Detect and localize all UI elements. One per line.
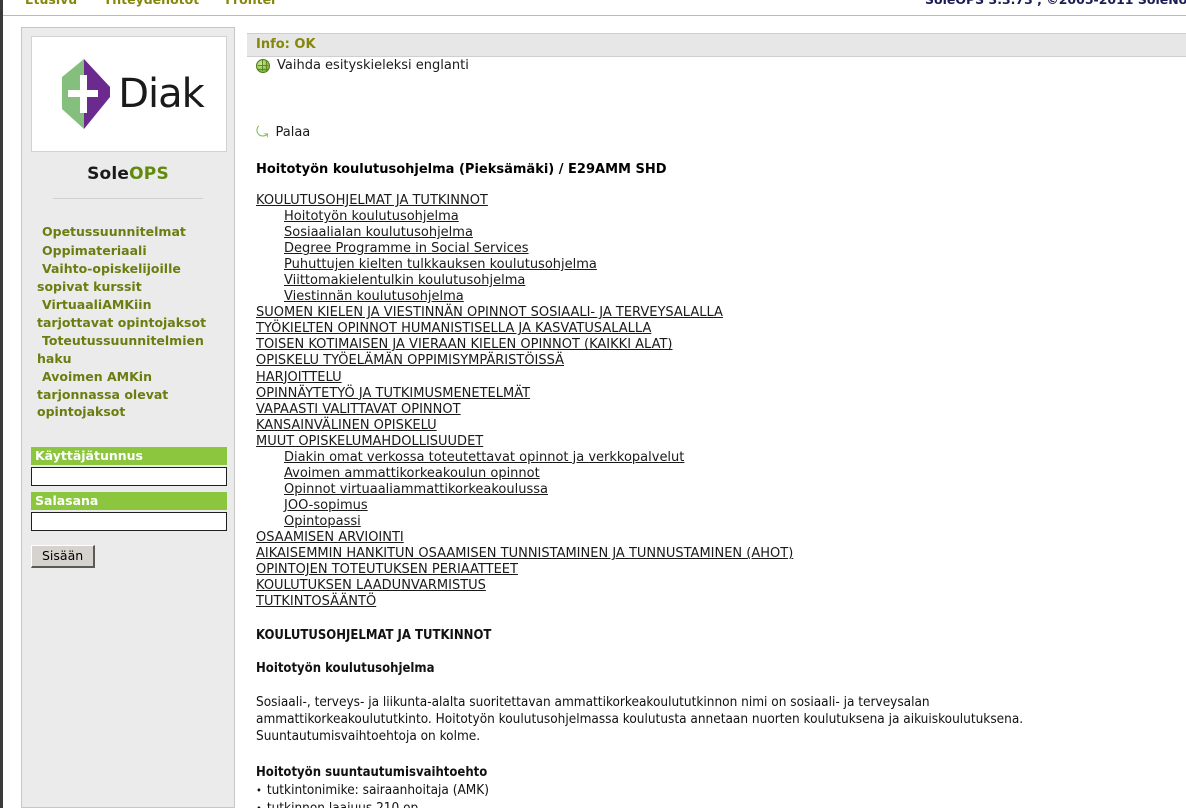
link-muut-opiskelumahdollisuudet[interactable]: MUUT OPISKELUMAHDOLLISUUDET bbox=[256, 434, 1186, 450]
link-opinnaytetyo-ja-tutkimusmenetelmat[interactable]: OPINNÄYTETYÖ JA TUTKIMUSMENETELMÄT bbox=[256, 386, 1186, 402]
login-form: Käyttäjätunnus Salasana Sisään bbox=[31, 446, 227, 568]
brand-sole: Sole bbox=[87, 164, 130, 184]
link-degree-programme-social-services[interactable]: Degree Programme in Social Services bbox=[256, 241, 1186, 257]
curriculum-link-list: KOULUTUSOHJELMAT JA TUTKINNOT Hoitotyön … bbox=[256, 193, 1186, 610]
link-opintojen-toteutuksen-periaatteet[interactable]: OPINTOJEN TOTEUTUKSEN PERIAATTEET bbox=[256, 562, 1186, 578]
back-link-row[interactable]: ⤾ Palaa bbox=[256, 123, 1186, 141]
topnav-item-etusivu[interactable]: Etusivu bbox=[25, 0, 77, 7]
diak-diamond-icon bbox=[62, 59, 111, 129]
login-submit-button[interactable]: Sisään bbox=[31, 544, 96, 568]
link-viittomakielentulkin-koulutusohjelma[interactable]: Viittomakielentulkin koulutusohjelma bbox=[256, 273, 1186, 289]
link-opiskelu-tyoelaman-oppimisymparistoissa[interactable]: OPISKELU TYÖELÄMÄN OPPIMISYMPÄRISTÖISSÄ bbox=[256, 353, 1186, 369]
link-tyokielten-opinnot[interactable]: TYÖKIELTEN OPINNOT HUMANISTISELLA JA KAS… bbox=[256, 321, 1186, 337]
link-suomen-kielen-ja-viestinnan-opinnot[interactable]: SUOMEN KIELEN JA VIESTINNÄN OPINNOT SOSI… bbox=[256, 305, 1186, 321]
link-toisen-kotimaisen-kielen-opinnot[interactable]: TOISEN KOTIMAISEN JA VIERAAN KIELEN OPIN… bbox=[256, 337, 1186, 353]
info-status-bar: Info: OK bbox=[247, 33, 1186, 57]
return-arrow-icon: ⤾ bbox=[256, 123, 269, 141]
language-switch-row[interactable]: Vaihda esityskieleksi englanti bbox=[256, 58, 1186, 73]
link-sosiaalialan-koulutusohjelma[interactable]: Sosiaalialan koulutusohjelma bbox=[256, 225, 1186, 241]
page-title: Hoitotyön koulutusohjelma (Pieksämäki) /… bbox=[256, 162, 667, 177]
sidebar-item-oppimateriaali[interactable]: Oppimateriaali bbox=[37, 242, 225, 260]
link-hoitotyon-koulutusohjelma[interactable]: Hoitotyön koulutusohjelma bbox=[256, 209, 1186, 225]
link-kansainvalinen-opiskelu[interactable]: KANSAINVÄLINEN OPISKELU bbox=[256, 418, 1186, 434]
list-item: tutkintonimike: sairaanhoitaja (AMK) bbox=[256, 782, 1186, 800]
main-content: Vaihda esityskieleksi englanti ⤾ Palaa H… bbox=[256, 58, 1186, 808]
link-viestinnan-koulutusohjelma[interactable]: Viestinnän koulutusohjelma bbox=[256, 289, 1186, 305]
username-label: Käyttäjätunnus bbox=[31, 446, 227, 465]
sidebar-item-opetussuunnitelmat[interactable]: Opetussuunnitelmat bbox=[37, 223, 225, 241]
back-link[interactable]: Palaa bbox=[276, 125, 311, 140]
sidebar-item-virtuaaliamk[interactable]: VirtuaaliAMKiin tarjottavat opintojaksot bbox=[37, 296, 225, 331]
link-opintopassi[interactable]: Opintopassi bbox=[256, 514, 1186, 530]
list-item: tutkinnon laajuus 210 op bbox=[256, 800, 1186, 808]
sidebar-item-avoimen-amk[interactable]: Avoimen AMKin tarjonnassa olevat opintoj… bbox=[37, 368, 225, 421]
soleops-brand: SoleOPS bbox=[31, 164, 225, 184]
link-osaamisen-arviointi[interactable]: OSAAMISEN ARVIOINTI bbox=[256, 530, 1186, 546]
sidebar-navigation: Opetussuunnitelmat Oppimateriaali Vaihto… bbox=[31, 223, 225, 421]
description-paragraph: Sosiaali-, terveys- ja liikunta-alalta s… bbox=[256, 694, 1024, 745]
link-diakin-omat-verkkopalvelut[interactable]: Diakin omat verkossa toteutettavat opinn… bbox=[256, 450, 1186, 466]
sidebar: Diak SoleOPS Opetussuunnitelmat Oppimate… bbox=[21, 27, 235, 808]
password-label: Salasana bbox=[31, 491, 227, 510]
link-ahot[interactable]: AIKAISEMMIN HANKITUN OSAAMISEN TUNNISTAM… bbox=[256, 546, 1186, 562]
link-tutkintosaanto[interactable]: TUTKINTOSÄÄNTÖ bbox=[256, 594, 1186, 610]
language-switch-link[interactable]: Vaihda esityskieleksi englanti bbox=[277, 58, 469, 73]
version-label: SoleOPS 3.3.73 , ©2005-2011 SoleNovo bbox=[925, 0, 1186, 7]
bullet-list: tutkintonimike: sairaanhoitaja (AMK) tut… bbox=[256, 782, 1186, 808]
globe-icon bbox=[256, 58, 270, 73]
sidebar-item-vaihto-opiskelijoille[interactable]: Vaihto-opiskelijoille sopivat kurssit bbox=[37, 260, 225, 295]
sub-heading: Hoitotyön koulutusohjelma bbox=[256, 661, 435, 677]
top-bar: Etusivu Yhteydenotot Fronter SoleOPS 3.3… bbox=[3, 0, 1186, 16]
diak-wordmark: Diak bbox=[118, 71, 205, 117]
username-input[interactable] bbox=[31, 466, 227, 486]
link-vapaasti-valittavat-opinnot[interactable]: VAPAASTI VALITTAVAT OPINNOT bbox=[256, 402, 1186, 418]
link-koulutuksen-laadunvarmistus[interactable]: KOULUTUKSEN LAADUNVARMISTUS bbox=[256, 578, 1186, 594]
password-input[interactable] bbox=[31, 511, 227, 531]
top-navigation: Etusivu Yhteydenotot Fronter bbox=[25, 0, 277, 7]
brand-ops: OPS bbox=[129, 164, 169, 184]
diak-logo: Diak bbox=[31, 36, 227, 152]
brand-divider bbox=[53, 198, 203, 199]
sidebar-item-toteutussuunnitelmien-haku[interactable]: Toteutussuunnitelmien haku bbox=[37, 332, 225, 367]
link-avoimen-ammattikorkeakoulun-opinnot[interactable]: Avoimen ammattikorkeakoulun opinnot bbox=[256, 466, 1186, 482]
section-heading: KOULUTUSOHJELMAT JA TUTKINNOT bbox=[256, 628, 492, 644]
topnav-item-yhteydenotot[interactable]: Yhteydenotot bbox=[103, 0, 199, 7]
page-root: Etusivu Yhteydenotot Fronter SoleOPS 3.3… bbox=[0, 0, 1186, 808]
link-harjoittelu[interactable]: HARJOITTELU bbox=[256, 370, 1186, 386]
link-puhuttujen-kielten-tulkkaus[interactable]: Puhuttujen kielten tulkkauksen koulutuso… bbox=[256, 257, 1186, 273]
link-opinnot-virtuaaliammattikorkeakoulussa[interactable]: Opinnot virtuaaliammattikorkeakoulussa bbox=[256, 482, 1186, 498]
link-koulutusohjelmat-ja-tutkinnot[interactable]: KOULUTUSOHJELMAT JA TUTKINNOT bbox=[256, 193, 1186, 209]
topnav-item-fronter[interactable]: Fronter bbox=[225, 0, 277, 7]
bullet-list-heading: Hoitotyön suuntautumisvaihtoehto bbox=[256, 765, 488, 781]
body-text-section: KOULUTUSOHJELMAT JA TUTKINNOT Hoitotyön … bbox=[256, 628, 1186, 808]
link-joo-sopimus[interactable]: JOO-sopimus bbox=[256, 498, 1186, 514]
